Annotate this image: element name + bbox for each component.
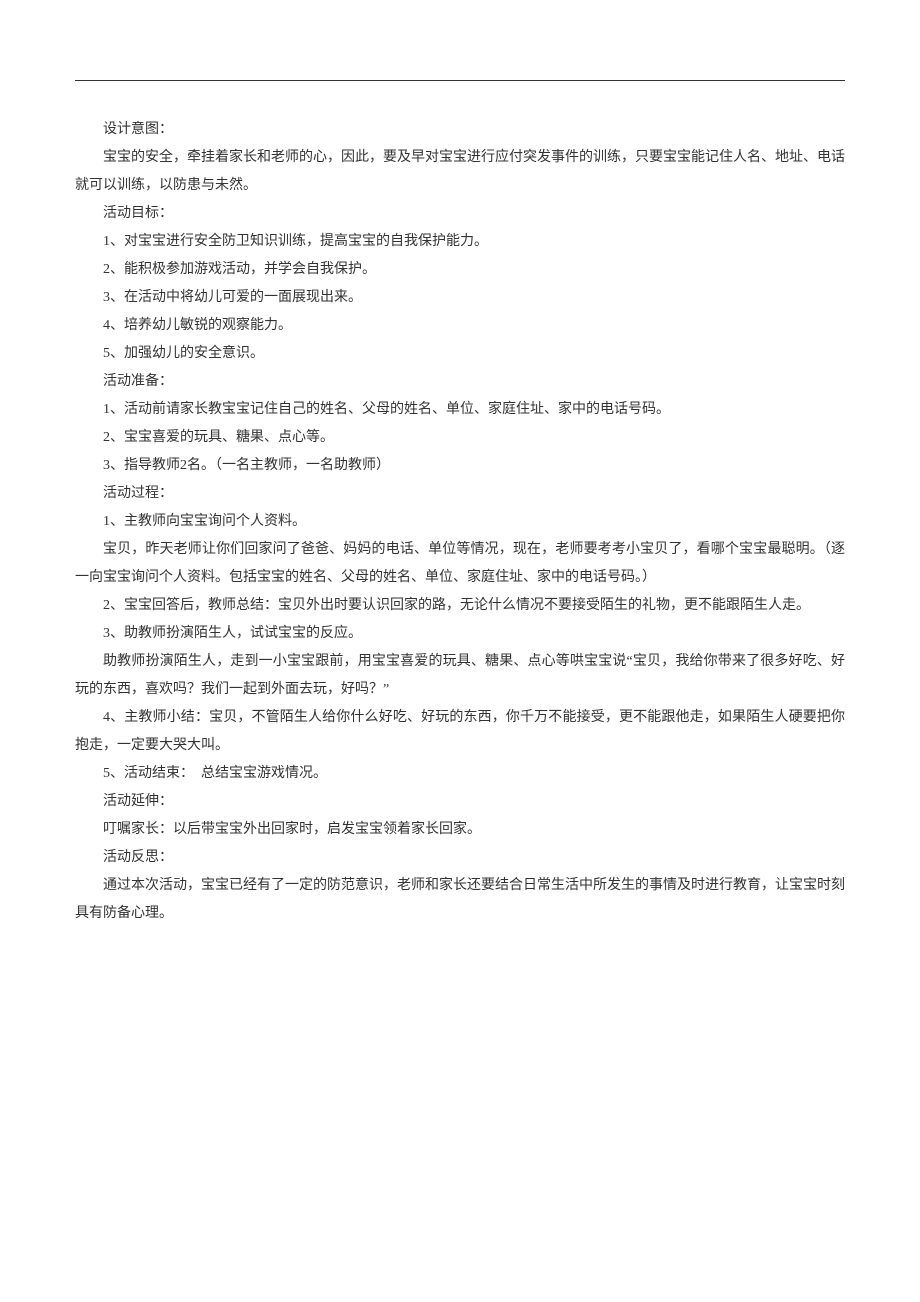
paragraph: 4、培养幼儿敏锐的观察能力。	[75, 312, 845, 340]
paragraph: 活动过程：	[75, 480, 845, 508]
paragraph: 宝宝的安全，牵挂着家长和老师的心，因此，要及早对宝宝进行应付突发事件的训练，只要…	[75, 144, 845, 200]
paragraph: 通过本次活动，宝宝已经有了一定的防范意识，老师和家长还要结合日常生活中所发生的事…	[75, 872, 845, 928]
paragraph: 1、主教师向宝宝询问个人资料。	[75, 508, 845, 536]
paragraph: 宝贝，昨天老师让你们回家问了爸爸、妈妈的电话、单位等情况，现在，老师要考考小宝贝…	[75, 536, 845, 592]
paragraph: 2、能积极参加游戏活动，并学会自我保护。	[75, 256, 845, 284]
paragraph: 活动延伸：	[75, 788, 845, 816]
paragraph: 活动反思：	[75, 844, 845, 872]
document-body: 设计意图： 宝宝的安全，牵挂着家长和老师的心，因此，要及早对宝宝进行应付突发事件…	[75, 116, 845, 928]
paragraph: 叮嘱家长：以后带宝宝外出回家时，启发宝宝领着家长回家。	[75, 816, 845, 844]
paragraph: 2、宝宝喜爱的玩具、糖果、点心等。	[75, 424, 845, 452]
paragraph: 2、宝宝回答后，教师总结：宝贝外出时要认识回家的路，无论什么情况不要接受陌生的礼…	[75, 592, 845, 620]
paragraph: 活动准备：	[75, 368, 845, 396]
paragraph: 设计意图：	[75, 116, 845, 144]
paragraph: 4、主教师小结：宝贝，不管陌生人给你什么好吃、好玩的东西，你千万不能接受，更不能…	[75, 704, 845, 760]
paragraph: 1、活动前请家长教宝宝记住自己的姓名、父母的姓名、单位、家庭住址、家中的电话号码…	[75, 396, 845, 424]
top-divider	[75, 80, 845, 81]
paragraph: 3、助教师扮演陌生人，试试宝宝的反应。	[75, 620, 845, 648]
paragraph: 助教师扮演陌生人，走到一小宝宝跟前，用宝宝喜爱的玩具、糖果、点心等哄宝宝说“宝贝…	[75, 648, 845, 704]
paragraph: 3、在活动中将幼儿可爱的一面展现出来。	[75, 284, 845, 312]
paragraph: 1、对宝宝进行安全防卫知识训练，提高宝宝的自我保护能力。	[75, 228, 845, 256]
paragraph: 3、指导教师2名。（一名主教师，一名助教师）	[75, 452, 845, 480]
paragraph: 活动目标：	[75, 200, 845, 228]
paragraph: 5、加强幼儿的安全意识。	[75, 340, 845, 368]
paragraph: 5、活动结束： 总结宝宝游戏情况。	[75, 760, 845, 788]
